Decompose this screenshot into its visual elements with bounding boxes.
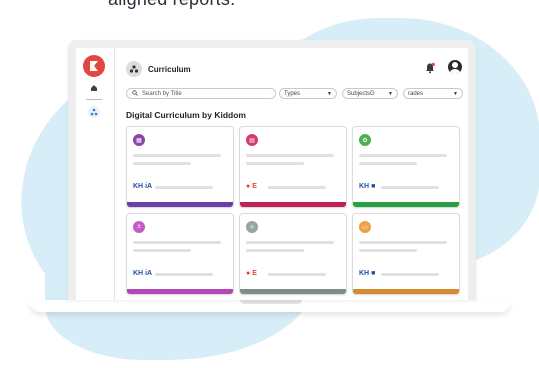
sidebar-divider: [86, 99, 102, 100]
card-subtitle-placeholder: [359, 162, 417, 165]
card-accent-bar: [353, 202, 459, 207]
publisher-name-placeholder: [155, 186, 213, 189]
types-filter[interactable]: Types ▼: [279, 88, 337, 99]
search-input[interactable]: Search by Title: [126, 88, 276, 99]
card-title-placeholder: [133, 154, 221, 157]
curriculum-card[interactable]: ± KH iA: [126, 213, 234, 295]
grades-filter[interactable]: rades ▼: [403, 88, 463, 99]
curriculum-card[interactable]: ▭ KH ■: [352, 213, 460, 295]
chevron-down-icon: ▼: [388, 90, 393, 97]
laptop-base: [30, 300, 510, 312]
subjects-filter[interactable]: SubjectsG ▼: [342, 88, 398, 99]
organization-icon[interactable]: [88, 106, 100, 118]
computer-icon: ▭: [359, 221, 371, 233]
book-icon: ▤: [246, 134, 258, 146]
publisher-logo: KH iA: [133, 270, 153, 277]
card-title-placeholder: [359, 241, 447, 244]
publisher-name-placeholder: [155, 273, 213, 276]
page-header: Curriculum: [126, 61, 191, 77]
science-icon: ✿: [359, 134, 371, 146]
card-accent-bar: [127, 289, 233, 294]
filter-label: SubjectsG: [347, 90, 375, 97]
card-title-placeholder: [246, 241, 334, 244]
publisher-logo: ● E: [246, 270, 257, 277]
publisher-name-placeholder: [381, 273, 439, 276]
app-screen: Curriculum Search by Title Types ▼ Subje…: [76, 48, 468, 300]
curriculum-card[interactable]: ▤ ● E: [239, 126, 347, 208]
chevron-down-icon: ▼: [453, 90, 458, 97]
curriculum-card[interactable]: ✿ KH ■: [352, 126, 460, 208]
marketing-caption: aligned reports.: [108, 0, 235, 10]
card-accent-bar: [127, 202, 233, 207]
publisher-logo: ● E: [246, 183, 257, 190]
filter-label: rades: [408, 90, 424, 97]
search-placeholder: Search by Title: [142, 90, 182, 97]
card-subtitle-placeholder: [246, 162, 304, 165]
filter-label: Types: [284, 90, 301, 97]
card-accent-bar: [353, 289, 459, 294]
laptop-notch: [240, 300, 302, 304]
kiddom-logo-icon[interactable]: [83, 55, 105, 77]
card-subtitle-placeholder: [133, 162, 191, 165]
curriculum-card[interactable]: ⚛ ● E: [239, 213, 347, 295]
card-accent-bar: [240, 202, 346, 207]
math-icon: ±: [133, 221, 145, 233]
chevron-down-icon: ▼: [327, 90, 332, 97]
avatar-shoulders: [450, 69, 460, 74]
publisher-logo: KH ■: [359, 270, 376, 277]
card-title-placeholder: [133, 241, 221, 244]
publisher-name-placeholder: [381, 186, 439, 189]
laptop-frame: Curriculum Search by Title Types ▼ Subje…: [68, 40, 476, 300]
home-icon[interactable]: [90, 84, 98, 94]
section-title: Digital Curriculum by Kiddom: [126, 110, 246, 120]
curriculum-icon: [126, 61, 142, 77]
page-title: Curriculum: [148, 64, 191, 74]
calculator-icon: ▦: [133, 134, 145, 146]
card-subtitle-placeholder: [133, 249, 191, 252]
publisher-name-placeholder: [268, 186, 326, 189]
card-accent-bar: [240, 289, 346, 294]
atom-icon: ⚛: [246, 221, 258, 233]
notification-bell-icon[interactable]: [424, 61, 436, 79]
publisher-logo: KH iA: [133, 183, 153, 190]
card-title-placeholder: [246, 154, 334, 157]
avatar-head: [452, 62, 458, 68]
curriculum-card[interactable]: ▦ KH iA: [126, 126, 234, 208]
card-subtitle-placeholder: [359, 249, 417, 252]
card-title-placeholder: [359, 154, 447, 157]
search-icon: [132, 89, 138, 98]
card-subtitle-placeholder: [246, 249, 304, 252]
publisher-name-placeholder: [268, 273, 326, 276]
sidebar: [76, 48, 115, 300]
user-avatar-icon[interactable]: [448, 60, 462, 74]
publisher-logo: KH ■: [359, 183, 376, 190]
